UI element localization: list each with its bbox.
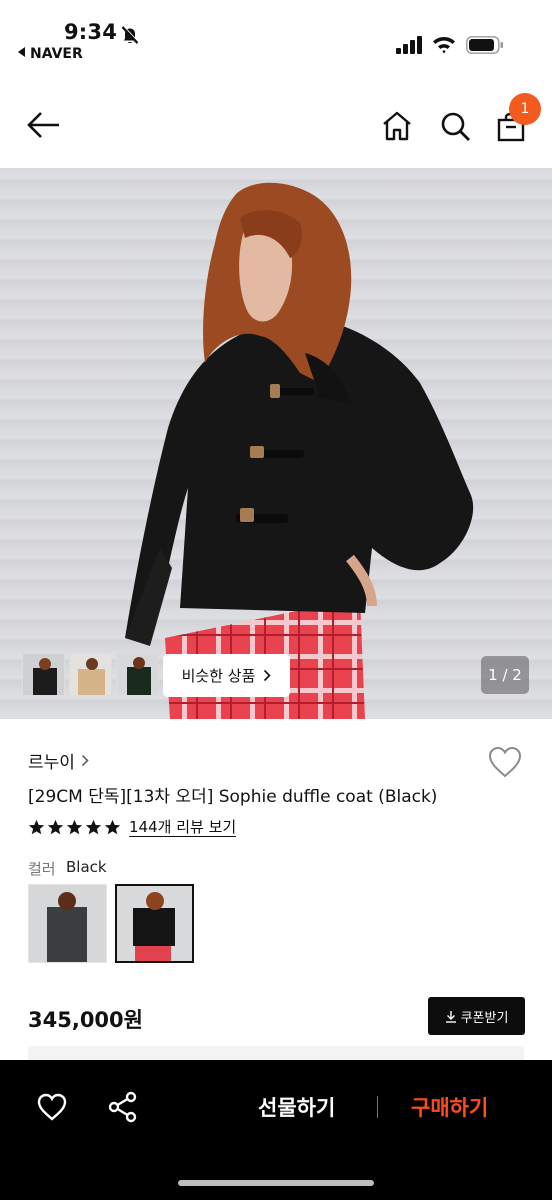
home-indicator[interactable] xyxy=(178,1180,374,1186)
brand-link[interactable]: 르누이 xyxy=(28,748,89,773)
gallery-thumbnail[interactable] xyxy=(116,653,159,696)
divider xyxy=(377,1096,378,1118)
share-icon[interactable] xyxy=(107,1091,139,1123)
status-time: 9:34 xyxy=(64,20,118,44)
search-icon[interactable] xyxy=(439,110,471,142)
color-swatch-black[interactable] xyxy=(115,884,194,963)
star-icon xyxy=(28,819,45,835)
gallery-thumbnail[interactable] xyxy=(22,653,65,696)
home-icon[interactable] xyxy=(381,110,413,142)
model-photo xyxy=(0,168,552,719)
content-peek xyxy=(28,1046,524,1060)
wifi-icon xyxy=(433,37,455,54)
buy-button[interactable]: 구매하기 xyxy=(411,1092,488,1122)
back-to-app-link[interactable]: NAVER xyxy=(18,46,83,62)
star-icon xyxy=(104,819,121,835)
bottom-action-bar: 선물하기 구매하기 xyxy=(0,1060,552,1200)
review-link[interactable]: 144개 리뷰 보기 xyxy=(129,818,237,837)
status-bar: 9:34 NAVER xyxy=(0,0,552,76)
similar-products-label: 비슷한 상품 xyxy=(181,667,256,685)
coupon-label: 쿠폰받기 xyxy=(460,1010,509,1026)
chevron-right-icon xyxy=(81,754,89,767)
back-arrow-icon[interactable] xyxy=(26,110,62,140)
heart-icon[interactable] xyxy=(487,745,523,779)
gallery-thumbnails xyxy=(22,653,159,697)
gift-button[interactable]: 선물하기 xyxy=(258,1092,335,1122)
coupon-button[interactable]: 쿠폰받기 xyxy=(428,997,525,1035)
rating-row: 144개 리뷰 보기 xyxy=(28,818,237,837)
heart-icon[interactable] xyxy=(36,1092,68,1122)
signal-icon xyxy=(396,36,422,54)
product-hero-image[interactable] xyxy=(0,168,552,719)
bell-slash-icon xyxy=(121,25,139,44)
download-icon xyxy=(445,1010,456,1023)
star-icon xyxy=(47,819,64,835)
star-icon xyxy=(66,819,83,835)
top-navigation xyxy=(0,80,552,168)
product-price: 345,000원 xyxy=(28,1008,143,1032)
color-swatch-charcoal[interactable] xyxy=(28,884,107,963)
chevron-right-icon xyxy=(264,669,272,682)
color-swatches xyxy=(28,884,194,963)
back-app-label: NAVER xyxy=(30,46,83,62)
battery-icon xyxy=(466,36,503,54)
back-triangle-icon xyxy=(18,47,25,57)
similar-products-button[interactable]: 비슷한 상품 xyxy=(163,654,290,697)
product-title: [29CM 단독][13차 오더] Sophie duffle coat (Bl… xyxy=(28,787,438,807)
brand-name: 르누이 xyxy=(28,753,75,773)
option-label: 컬러 xyxy=(28,860,56,878)
cart-count-badge: 1 xyxy=(509,93,541,125)
gallery-thumbnail[interactable] xyxy=(69,653,112,696)
rating-stars xyxy=(28,819,121,836)
gallery-pager: 1 / 2 xyxy=(481,656,529,694)
star-icon xyxy=(85,819,102,835)
option-value: Black xyxy=(66,858,107,876)
